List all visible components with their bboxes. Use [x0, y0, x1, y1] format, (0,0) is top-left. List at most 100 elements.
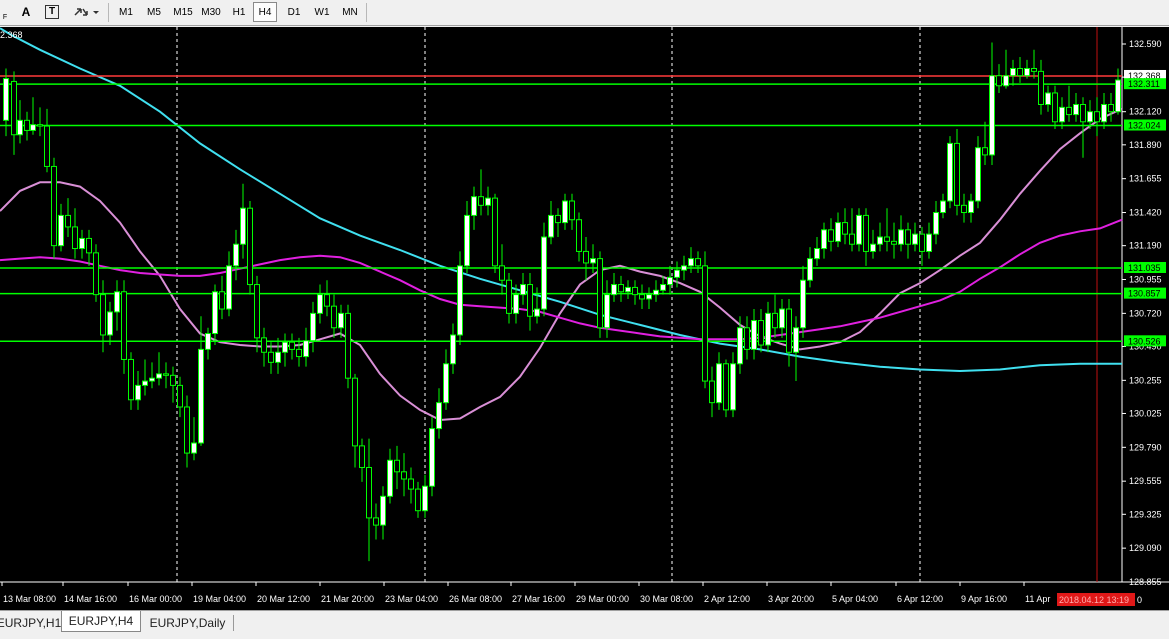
bull-candle — [380, 495, 386, 526]
timeframe-m5-button[interactable]: M5 — [141, 2, 167, 22]
time-tick-label: 29 Mar 00:00 — [576, 594, 629, 604]
price-tick-label: 128.855 — [1129, 577, 1162, 587]
price-tick-label: 130.255 — [1129, 375, 1162, 385]
price-tick-label: 131.190 — [1129, 241, 1162, 251]
price-chart[interactable]: 132.590132.360132.120131.890131.655131.4… — [0, 27, 1169, 610]
top-left-price-label: 2.368 — [0, 30, 23, 40]
bull-candle — [660, 284, 666, 291]
bear-candle — [1031, 67, 1037, 72]
bear-candle — [842, 222, 848, 235]
chart-canvas[interactable]: 132.590132.360132.120131.890131.655131.4… — [0, 27, 1169, 610]
bull-candle — [156, 373, 162, 379]
bull-candle — [513, 294, 519, 314]
moving-average-line — [0, 107, 1123, 422]
bear-candle — [744, 327, 750, 350]
time-tick-label: 5 Apr 04:00 — [832, 594, 878, 604]
bear-candle — [72, 226, 78, 250]
timeframe-h4-button[interactable]: H4 — [253, 2, 277, 22]
bull-candle — [807, 258, 813, 281]
tab-separator — [233, 615, 234, 631]
bear-candle — [919, 233, 925, 252]
bull-candle — [114, 291, 120, 313]
bear-candle — [65, 214, 71, 228]
bear-candle — [345, 312, 351, 379]
bear-candle — [100, 294, 106, 336]
bull-candle — [646, 294, 652, 300]
bear-candle — [639, 294, 645, 300]
bear-candle — [702, 265, 708, 382]
timeframe-m1-button[interactable]: M1 — [113, 2, 139, 22]
bear-candle — [44, 125, 50, 167]
bear-candle — [247, 207, 253, 286]
bull-candle — [282, 341, 288, 353]
bull-candle — [800, 279, 806, 329]
bear-candle — [786, 308, 792, 353]
bear-candle — [996, 75, 1002, 87]
time-tick-label: 2 Apr 12:00 — [704, 594, 750, 604]
bull-candle — [457, 265, 463, 336]
toolbar-separator — [108, 3, 109, 22]
timeframe-mn-button[interactable]: MN — [337, 2, 363, 22]
bear-candle — [37, 124, 43, 127]
timeframe-d1-button[interactable]: D1 — [281, 2, 307, 22]
bear-candle — [24, 119, 30, 131]
timeframe-w1-button[interactable]: W1 — [309, 2, 335, 22]
bull-candle — [933, 212, 939, 235]
bull-candle — [737, 327, 743, 365]
bull-candle — [751, 320, 757, 350]
time-tick-label: 21 Mar 20:00 — [321, 594, 374, 604]
text-tool-button[interactable]: A — [17, 2, 35, 22]
bear-candle — [219, 291, 225, 310]
bull-candle — [1003, 75, 1009, 87]
bear-candle — [86, 237, 92, 254]
bull-candle — [142, 380, 148, 386]
bull-candle — [975, 147, 981, 202]
bear-candle — [961, 204, 967, 214]
tab-eurjpy-h4[interactable]: EURJPY,H4 — [61, 611, 141, 632]
bull-candle — [674, 269, 680, 278]
tab-eurjpy-h1[interactable]: EURJPY,H1 — [0, 614, 61, 632]
bull-candle — [548, 214, 554, 238]
price-tick-label: 131.890 — [1129, 140, 1162, 150]
current-time-tail: 0 — [1137, 595, 1142, 605]
bull-candle — [107, 311, 113, 336]
bear-candle — [597, 258, 603, 329]
bear-candle — [1052, 92, 1058, 123]
bear-candle — [506, 279, 512, 314]
small-f-icon: F — [2, 13, 8, 21]
price-tick-label: 129.090 — [1129, 543, 1162, 553]
bear-candle — [163, 373, 169, 376]
bull-candle — [317, 294, 323, 314]
chart-tabs: EURJPY,H1 EURJPY,H4 EURJPY,Daily — [0, 610, 1169, 639]
bear-candle — [1038, 70, 1044, 105]
bear-candle — [954, 142, 960, 206]
text-label-tool-button[interactable]: T — [42, 2, 62, 22]
bear-candle — [184, 406, 190, 454]
tab-eurjpy-daily[interactable]: EURJPY,Daily — [145, 614, 230, 632]
bull-candle — [3, 78, 9, 121]
bull-candle — [135, 384, 141, 401]
bear-candle — [366, 466, 372, 519]
bull-candle — [1045, 92, 1051, 105]
bull-candle — [912, 233, 918, 245]
bull-candle — [989, 75, 995, 156]
bear-candle — [254, 284, 260, 339]
price-tick-label: 130.955 — [1129, 275, 1162, 285]
price-tick-label: 129.325 — [1129, 509, 1162, 519]
time-tick-label: 9 Apr 16:00 — [961, 594, 1007, 604]
bull-candle — [198, 348, 204, 444]
bull-candle — [814, 248, 820, 260]
bear-candle — [11, 80, 17, 136]
bear-candle — [863, 214, 869, 252]
bear-candle — [1094, 111, 1100, 123]
bull-candle — [611, 284, 617, 296]
bear-candle — [828, 229, 834, 242]
timeframe-h1-button[interactable]: H1 — [227, 2, 251, 22]
timeframe-m15-button[interactable]: M15 — [169, 2, 197, 22]
timeframe-m30-button[interactable]: M30 — [197, 2, 225, 22]
price-tick-label: 129.790 — [1129, 442, 1162, 452]
time-tick-label: 23 Mar 04:00 — [385, 594, 438, 604]
arrows-tool-button[interactable] — [70, 2, 102, 22]
bear-candle — [583, 250, 589, 264]
bull-candle — [541, 236, 547, 310]
